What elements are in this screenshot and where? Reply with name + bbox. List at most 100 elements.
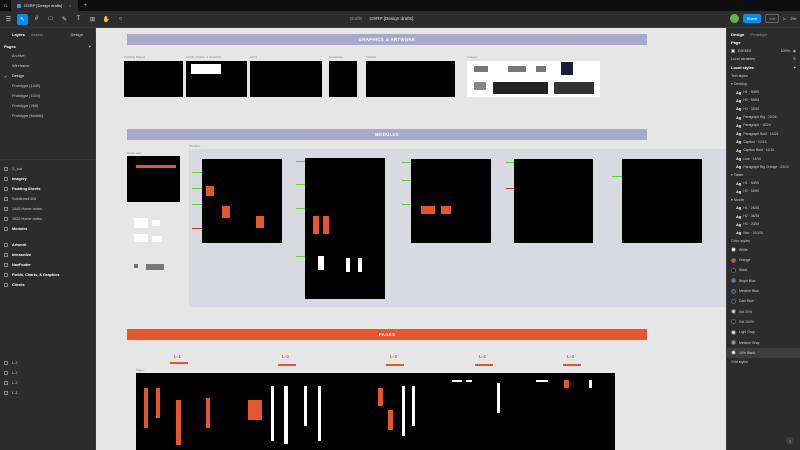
color-style-item[interactable]: Gst 100%: [727, 317, 800, 327]
zoom-level[interactable]: 2%: [790, 16, 796, 21]
color-style-item[interactable]: Black: [727, 265, 800, 275]
page-item[interactable]: Prototype (768): [0, 101, 95, 111]
pen-tool-icon[interactable]: ✎: [59, 14, 70, 25]
frame-label[interactable]: Imagery: [467, 55, 478, 59]
text-style-item[interactable]: Ag H1 · 24/28: [727, 204, 800, 212]
breadcrumb-project[interactable]: Drafts: [350, 16, 362, 21]
local-variables-row[interactable]: Local variables ⇅: [727, 55, 800, 63]
page-item[interactable]: Prototype (1024): [0, 91, 95, 101]
text-style-item[interactable]: Ag Paragraph Bold · 16/24: [727, 129, 800, 137]
breadcrumb-file[interactable]: GSRP [Design drafts]: [370, 16, 414, 21]
layer-item[interactable]: Artwork: [0, 240, 95, 250]
text-style-item[interactable]: Ag H2 · 52/60: [727, 187, 800, 195]
frame-tool-icon[interactable]: #: [31, 14, 42, 25]
section-banner-pages[interactable]: PAGES: [127, 329, 647, 340]
layer-item[interactable]: Padding Sheets: [0, 184, 95, 194]
layer-item[interactable]: Clients: [0, 280, 95, 290]
page-item-current[interactable]: Design: [0, 71, 95, 81]
frame-label[interactable]: Padding Sheets: [124, 55, 145, 59]
resources-icon[interactable]: ⊞: [87, 14, 98, 25]
avatar[interactable]: [729, 14, 739, 23]
file-tab[interactable]: GSRP [Design drafts] ×: [11, 0, 78, 11]
module-frame-1[interactable]: [202, 159, 282, 243]
dev-mode-toggle[interactable]: </>: [765, 14, 780, 23]
move-tool-icon[interactable]: ↖: [17, 13, 28, 25]
page-color-swatch[interactable]: [731, 49, 735, 53]
module-frame-5[interactable]: [622, 159, 702, 243]
text-group-desktop[interactable]: ▾ Desktop: [727, 80, 800, 88]
home-icon[interactable]: ⌂: [0, 0, 11, 11]
layer-item[interactable]: Imagery: [0, 174, 95, 184]
main-menu-icon[interactable]: ☰: [3, 14, 14, 25]
layer-item[interactable]: L-3: [0, 358, 95, 368]
add-page-icon[interactable]: +: [89, 44, 91, 49]
text-style-item[interactable]: Ag H1 · 80/90: [727, 88, 800, 96]
page-color-row[interactable]: E6E6E6 100% ◉: [727, 47, 800, 55]
color-style-item[interactable]: Medium Blue: [727, 286, 800, 296]
hand-tool-icon[interactable]: ✋: [101, 14, 112, 25]
close-icon[interactable]: ×: [69, 3, 71, 8]
color-style-item[interactable]: Bright Blue: [727, 276, 800, 286]
tab-assets[interactable]: Assets: [31, 32, 43, 37]
color-style-item[interactable]: 10% Black: [727, 347, 800, 359]
share-button[interactable]: Share: [742, 14, 762, 23]
help-icon[interactable]: ?: [786, 437, 794, 445]
frame-artwork[interactable]: [366, 61, 455, 97]
section-banner-modules[interactable]: MODULES: [127, 129, 647, 140]
frame-icons[interactable]: [250, 61, 322, 97]
text-style-item[interactable]: Ag Nav · 10/100: [727, 228, 800, 236]
canvas[interactable]: GRAPHICS & ARTWORK Padding Sheets Fields…: [96, 28, 726, 450]
layer-item[interactable]: NavFooter: [0, 260, 95, 270]
text-style-item[interactable]: Ag H3 · 20/24: [727, 220, 800, 228]
local-variables-label[interactable]: Local variables: [731, 57, 755, 61]
frame-padding-sheets[interactable]: [124, 61, 183, 97]
color-style-item[interactable]: Medium Gray: [727, 337, 800, 347]
page-item[interactable]: Archive: [0, 51, 95, 61]
page-level-label[interactable]: L-3: [567, 354, 574, 359]
text-style-item[interactable]: Ag H2 · 56/64: [727, 96, 800, 104]
page-level-label[interactable]: L-2: [479, 354, 486, 359]
frame-label[interactable]: Icons: [250, 55, 257, 59]
frame-interactive[interactable]: [329, 61, 357, 97]
frame-label[interactable]: Artwork: [366, 55, 376, 59]
page-opacity[interactable]: 100%: [781, 49, 790, 53]
color-style-item[interactable]: White: [727, 245, 800, 255]
page-color-hex[interactable]: E6E6E6: [738, 49, 751, 53]
module-frame-3[interactable]: [411, 159, 491, 243]
text-style-item[interactable]: Ag H2 · 36/38: [727, 212, 800, 220]
shape-tool-icon[interactable]: □: [45, 14, 56, 25]
layer-item[interactable]: 1448 Home notes: [0, 204, 95, 214]
add-style-icon[interactable]: +: [794, 65, 796, 70]
tab-layers[interactable]: Layers: [12, 32, 25, 37]
page-level-label[interactable]: L-1: [174, 354, 181, 359]
frame-label[interactable]: Pages: [136, 368, 145, 372]
text-style-item[interactable]: Ag Caption · 12/16: [727, 138, 800, 146]
layer-item[interactable]: Solutions1428: [0, 194, 95, 204]
text-tool-icon[interactable]: T: [73, 14, 84, 25]
text-style-item[interactable]: Ag H1 · 80/90: [727, 179, 800, 187]
text-group-mobile[interactable]: ▾ Mobile: [727, 196, 800, 204]
tab-prototype[interactable]: Prototype: [750, 32, 767, 37]
text-style-item[interactable]: Ag Paragraph · 16/24: [727, 121, 800, 129]
layer-item[interactable]: Fields, Charts, & Graphics: [0, 270, 95, 280]
frame-label[interactable]: Interactive: [329, 55, 343, 59]
frame-label[interactable]: Fields, Charts, & Graphics: [186, 55, 221, 59]
layer-item[interactable]: L-2: [0, 368, 95, 378]
page-level-label[interactable]: L-2: [282, 354, 289, 359]
page-item[interactable]: Prototype (Mobile): [0, 111, 95, 121]
present-icon[interactable]: ▷: [783, 16, 786, 21]
text-style-item[interactable]: Ag Caption Bold · 12/16: [727, 146, 800, 154]
page-item[interactable]: Prototype (1440): [0, 81, 95, 91]
page-item[interactable]: Wireframe: [0, 61, 95, 71]
layer-item[interactable]: X_out: [0, 164, 95, 174]
layer-item[interactable]: 1028 Home notes: [0, 214, 95, 224]
layer-item[interactable]: Modules: [0, 224, 95, 234]
color-style-item[interactable]: Gst 20%: [727, 307, 800, 317]
color-style-item[interactable]: Dark Blue: [727, 296, 800, 306]
comment-tool-icon[interactable]: ○: [115, 14, 126, 25]
text-style-item[interactable]: Ag Paragraph Big Orange · 20/24: [727, 163, 800, 171]
tab-design[interactable]: Design: [71, 32, 83, 37]
text-style-item[interactable]: Ag H3 · 32/40: [727, 105, 800, 113]
layer-item[interactable]: L-1: [0, 388, 95, 398]
frame-navfooter[interactable]: [127, 156, 180, 202]
